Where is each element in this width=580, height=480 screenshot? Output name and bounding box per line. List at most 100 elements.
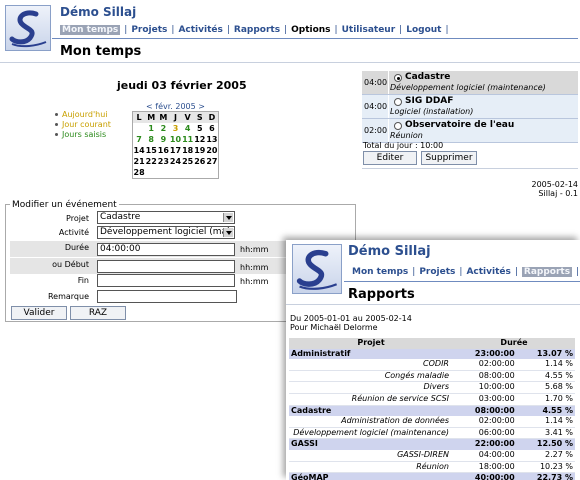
report-row: GASSI-DIREN 04:00:00 2.27 % xyxy=(289,449,575,462)
report-duration: 02:00:00 xyxy=(453,416,517,428)
duration-label: Durée xyxy=(64,243,89,252)
report-project: Réunion xyxy=(289,461,453,474)
start-input[interactable] xyxy=(97,260,235,273)
report-percent: 1.14 % xyxy=(516,359,575,371)
submit-button[interactable]: Valider xyxy=(11,306,67,320)
summary-project: Cadastre xyxy=(405,72,451,82)
summary-item[interactable]: 02:00 Observatoire de l'eau Réunion xyxy=(362,119,578,143)
edit-button[interactable]: Editer xyxy=(363,151,417,165)
report-duration: 22:00:00 xyxy=(453,438,517,450)
report-percent: 12.50 % xyxy=(516,438,575,450)
nav-rapports[interactable]: Rapports xyxy=(234,25,280,35)
reset-button[interactable]: RAZ xyxy=(70,306,126,320)
start-label: ou Début xyxy=(52,260,89,269)
report-project: Administration de données xyxy=(289,416,453,428)
calendar-day[interactable]: 20 xyxy=(206,145,218,156)
calendar-day[interactable]: 1 xyxy=(145,123,157,134)
app-title: Démo Sillaj xyxy=(348,244,431,259)
summary-time: 04:00 xyxy=(364,78,388,87)
summary-radio[interactable] xyxy=(394,122,402,130)
nav-logout[interactable]: Logout xyxy=(406,25,441,35)
report-duration: 10:00:00 xyxy=(453,381,517,394)
nav-activites[interactable]: Activités xyxy=(178,25,222,35)
calendar-day[interactable]: 4 xyxy=(182,123,194,134)
calendar-day[interactable]: 27 xyxy=(206,156,218,167)
report-percent: 1.70 % xyxy=(516,393,575,406)
calendar-day[interactable]: 6 xyxy=(206,123,218,134)
report-period: Du 2005-01-01 au 2005-02-14 xyxy=(290,314,412,323)
report-project: GASSI xyxy=(289,438,453,450)
remark-input[interactable] xyxy=(97,290,237,303)
calendar-day[interactable]: 5 xyxy=(194,123,206,134)
summary-radio[interactable] xyxy=(394,98,402,106)
nav-mon-temps[interactable]: Mon temps xyxy=(352,267,408,277)
project-select[interactable]: Cadastre xyxy=(97,211,235,224)
header-rule xyxy=(344,281,580,282)
summary-rule xyxy=(362,168,578,169)
nav-options[interactable]: Options xyxy=(291,25,330,35)
calendar-day[interactable]: 26 xyxy=(194,156,206,167)
nav-utilisateur[interactable]: Utilisateur xyxy=(342,25,396,35)
report-row: Congés maladie 08:00:00 4.55 % xyxy=(289,370,575,383)
calendar-day[interactable]: 11 xyxy=(182,134,194,145)
report-user: Pour Michaël Delorme xyxy=(290,323,378,332)
report-row: Cadastre 08:00:00 4.55 % xyxy=(289,405,575,417)
report-row: Administration de données 02:00:00 1.14 % xyxy=(289,416,575,428)
calendar-day xyxy=(194,167,206,178)
calendar-day[interactable]: 13 xyxy=(206,134,218,145)
summary-item[interactable]: 04:00 SIG DDAF Logiciel (installation) xyxy=(362,95,578,119)
calendar-day xyxy=(145,167,157,178)
calendar-day xyxy=(169,167,181,178)
col-projet: Projet xyxy=(289,338,453,349)
calendar-day[interactable]: 17 xyxy=(169,145,181,156)
nav-projets[interactable]: Projets xyxy=(419,267,455,277)
calendar-month-nav[interactable]: < févr. 2005 > xyxy=(146,102,205,111)
delete-button[interactable]: Supprimer xyxy=(421,151,477,165)
summary-radio[interactable] xyxy=(394,74,402,82)
summary-item[interactable]: 04:00 Cadastre Développement logiciel (mai… xyxy=(362,71,578,95)
edit-event-legend: Modifier un événement xyxy=(10,200,119,210)
nav-mon-temps[interactable]: Mon temps xyxy=(60,25,121,35)
calendar-day[interactable]: 10 xyxy=(169,134,181,145)
main-nav: Mon temps|Projets|Activités|Rapports|Op xyxy=(352,267,580,277)
nav-rapports[interactable]: Rapports xyxy=(521,267,573,277)
end-input[interactable] xyxy=(97,274,235,287)
start-unit: hh:mm xyxy=(240,263,269,272)
calendar-day[interactable]: 21 xyxy=(133,156,145,167)
chevron-down-icon xyxy=(223,213,233,222)
calendar-day[interactable]: 22 xyxy=(145,156,157,167)
calendar-day[interactable]: 2 xyxy=(157,123,169,134)
calendar-day[interactable]: 16 xyxy=(157,145,169,156)
nav-projets[interactable]: Projets xyxy=(131,25,167,35)
calendar-weekday: D xyxy=(205,112,218,123)
legend-current-day: Jour courant xyxy=(62,120,111,129)
nav-activites[interactable]: Activités xyxy=(466,267,510,277)
report-duration: 08:00:00 xyxy=(453,370,517,383)
activity-select[interactable]: Développement logiciel (mair xyxy=(97,226,235,239)
calendar-day[interactable]: 14 xyxy=(133,145,145,156)
calendar-day[interactable]: 15 xyxy=(145,145,157,156)
summary-project: Observatoire de l'eau xyxy=(405,120,515,130)
calendar-day[interactable]: 19 xyxy=(194,145,206,156)
calendar-weekday: M xyxy=(145,112,158,123)
footer-version: Sillaj - 0.1 xyxy=(538,189,578,198)
app-title: Démo Sillaj xyxy=(60,5,137,19)
report-project: Développement logiciel (maintenance) xyxy=(289,427,453,440)
calendar-day[interactable]: 23 xyxy=(157,156,169,167)
activity-label: Activité xyxy=(58,228,89,237)
report-percent: 4.55 % xyxy=(516,405,575,417)
calendar-weekday: L xyxy=(133,112,146,123)
calendar-day[interactable]: 8 xyxy=(145,134,157,145)
calendar-day[interactable]: 25 xyxy=(182,156,194,167)
calendar-day[interactable]: 28 xyxy=(133,167,145,178)
calendar-day[interactable]: 12 xyxy=(194,134,206,145)
end-label: Fin xyxy=(77,276,89,285)
calendar-day[interactable]: 24 xyxy=(169,156,181,167)
calendar-day[interactable]: 7 xyxy=(133,134,145,145)
duration-input[interactable]: 04:00:00 xyxy=(97,243,235,256)
calendar-day[interactable]: 3 xyxy=(169,123,181,134)
duration-unit: hh:mm xyxy=(240,245,269,254)
calendar-legend: Aujourd'hui Jour courant Jours saisis xyxy=(55,110,111,140)
calendar-day[interactable]: 18 xyxy=(182,145,194,156)
calendar-day[interactable]: 9 xyxy=(157,134,169,145)
